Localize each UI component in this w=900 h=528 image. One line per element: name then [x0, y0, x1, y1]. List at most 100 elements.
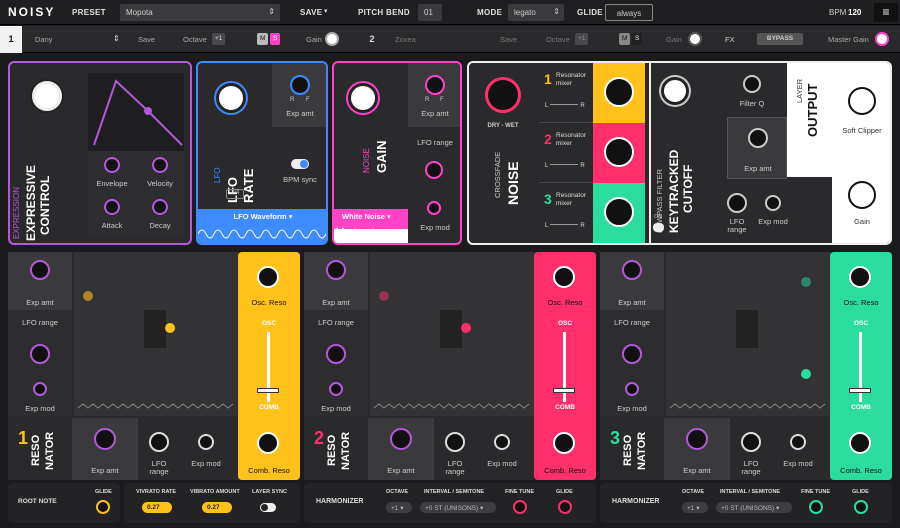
reso-exp-mod-knob[interactable] [625, 382, 639, 396]
glide-select[interactable]: always [605, 4, 653, 21]
vibrato-amount-slider[interactable]: 0.27 [202, 502, 232, 513]
reso-bottom-lfo-knob[interactable] [741, 432, 761, 452]
lfo-division[interactable]: 1/4 [226, 189, 244, 199]
layer2-mute-button[interactable]: M [619, 33, 631, 45]
pitch-bend-select[interactable]: 01 [418, 4, 442, 21]
reso-bottom-lfo-knob[interactable] [149, 432, 169, 452]
reso-display[interactable] [666, 252, 830, 416]
reso-exp-knob[interactable] [622, 260, 642, 280]
layer1-solo-button[interactable]: S [270, 33, 281, 45]
layer2-octave-value[interactable]: +1 [575, 33, 589, 45]
white-noise-tab[interactable]: White Noise ▾ [334, 209, 408, 223]
layer2-gain-knob[interactable] [688, 32, 702, 46]
reso-bottom-exp-knob[interactable] [686, 428, 708, 450]
osc-comb-slider-handle[interactable] [849, 388, 871, 393]
layer2-number[interactable]: 2 [363, 26, 381, 53]
reso-exp-knob[interactable] [30, 260, 50, 280]
filter-cutoff-knob[interactable] [661, 77, 689, 105]
osc-reso-knob[interactable] [849, 266, 871, 288]
envelope-knob[interactable] [104, 157, 120, 173]
attack-knob[interactable] [104, 199, 120, 215]
noise-exp-knob[interactable] [425, 75, 445, 95]
osc-reso-knob[interactable] [257, 266, 279, 288]
resonator-3-pan-slider[interactable]: LR [545, 223, 589, 231]
soft-clipper-knob[interactable] [848, 87, 876, 115]
reso-display[interactable] [74, 252, 238, 416]
chevron-updown-icon: ⇕ [553, 7, 560, 16]
velocity-knob[interactable] [152, 157, 168, 173]
resonator-2-pan-slider[interactable]: LR [545, 163, 589, 171]
lfo-exp-knob[interactable] [290, 75, 310, 95]
bpm-sync-toggle[interactable] [291, 159, 309, 169]
harmonizer-1-fine-tune-label: FINE TUNE [505, 489, 535, 495]
lfo-waveform-tab[interactable]: LFO Waveform ▾ [198, 209, 326, 223]
reso-exp-mod-knob[interactable] [33, 382, 47, 396]
reso-bottom-exp-mod-knob[interactable] [790, 434, 806, 450]
comb-reso-knob[interactable] [553, 432, 575, 454]
harmonizer-2-glide-knob[interactable] [854, 500, 868, 514]
reso-bottom-lfo-knob[interactable] [445, 432, 465, 452]
root-glide-knob[interactable] [96, 500, 110, 514]
osc-reso-knob[interactable] [553, 266, 575, 288]
crossfade-knob[interactable] [485, 77, 521, 113]
lfo-rate-knob[interactable] [216, 83, 246, 113]
noise-lfo-range-knob[interactable] [425, 161, 443, 179]
harmonizer-2-fine-tune-knob[interactable] [809, 500, 823, 514]
comb-reso-knob[interactable] [257, 432, 279, 454]
osc-comb-slider-handle[interactable] [257, 388, 279, 393]
reso-bottom-exp-knob[interactable] [390, 428, 412, 450]
harmonizer-1-octave-select[interactable]: +1 ▾ [386, 502, 412, 513]
layer1-number[interactable]: 1 [0, 26, 22, 53]
reso-bottom-exp-knob[interactable] [94, 428, 116, 450]
noise-exp-mod-knob[interactable] [427, 201, 441, 215]
reso-lfo-range-knob[interactable] [326, 344, 346, 364]
reso-display[interactable] [370, 252, 534, 416]
comb-reso-knob[interactable] [849, 432, 871, 454]
envelope-curve[interactable] [88, 73, 184, 151]
noise-r-label: R [425, 97, 430, 103]
layer1-mute-button[interactable]: M [257, 33, 269, 45]
menu-icon[interactable]: ≡ [874, 3, 898, 22]
reso-bottom-exp-mod-knob[interactable] [198, 434, 214, 450]
resonator-1-knob[interactable] [604, 77, 634, 107]
harmonizer-2-octave-select[interactable]: +1 ▾ [682, 502, 708, 513]
decay-knob[interactable] [152, 199, 168, 215]
layer-sync-toggle[interactable] [260, 503, 276, 512]
filter-exp-mod-knob[interactable] [765, 195, 781, 211]
mode-select[interactable]: legato ⇕ [508, 4, 564, 21]
layer1-gain-knob[interactable] [325, 32, 339, 46]
noise-gain-knob[interactable] [348, 83, 378, 113]
expression-knob[interactable] [32, 81, 62, 111]
bpm-value[interactable]: 120 [848, 8, 861, 17]
output-gain-knob[interactable] [848, 181, 876, 209]
harmonizer-1-octave-value: +1 [391, 505, 399, 512]
filter-q-knob[interactable] [743, 75, 761, 93]
filter-on-toggle[interactable] [653, 223, 664, 232]
reso-lfo-range-knob[interactable] [30, 344, 50, 364]
layer1-name[interactable]: Dany [35, 35, 53, 44]
resonator-1-pan-slider[interactable]: LR [545, 103, 589, 111]
osc-comb-slider-handle[interactable] [553, 388, 575, 393]
filter-exp-knob[interactable] [748, 128, 768, 148]
reso-exp-knob[interactable] [326, 260, 346, 280]
save-button[interactable]: SAVE [300, 8, 322, 17]
filter-lfo-range-knob[interactable] [727, 193, 747, 213]
harmonizer-1-fine-tune-knob[interactable] [513, 500, 527, 514]
layer2-save-button[interactable]: Save [500, 35, 517, 44]
resonator-3-knob[interactable] [604, 197, 634, 227]
layer2-solo-button[interactable]: S [632, 33, 643, 45]
layer1-octave-value[interactable]: +1 [212, 33, 226, 45]
vibrato-rate-slider[interactable]: 0.27 [142, 502, 172, 513]
reso-bottom-exp-mod-knob[interactable] [494, 434, 510, 450]
reso-exp-mod-knob[interactable] [329, 382, 343, 396]
harmonizer-1-interval-select[interactable]: +0 ST (UNISONS) ▾ [420, 502, 496, 513]
layer2-name[interactable]: Zoxea [395, 35, 416, 44]
reso-lfo-range-knob[interactable] [622, 344, 642, 364]
master-gain-knob[interactable] [875, 32, 889, 46]
layer1-save-button[interactable]: Save [138, 35, 155, 44]
harmonizer-1-glide-knob[interactable] [558, 500, 572, 514]
resonator-2-knob[interactable] [604, 137, 634, 167]
harmonizer-2-interval-select[interactable]: +0 ST (UNISONS) ▾ [716, 502, 792, 513]
bypass-button[interactable]: BYPASS [757, 33, 803, 45]
preset-select[interactable]: Mopota ⇕ [120, 4, 280, 21]
